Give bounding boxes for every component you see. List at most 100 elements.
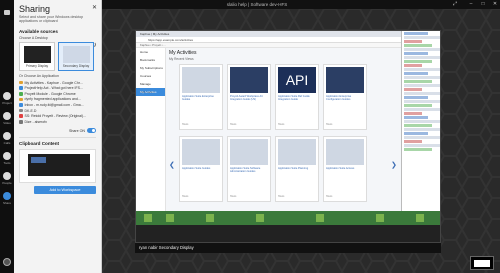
user-avatar[interactable] — [0, 258, 14, 266]
card-title: Application Enterprise Configuration Gui… — [326, 95, 352, 102]
card-title: Application Suite Planning — [278, 167, 309, 170]
app-icon — [19, 108, 23, 113]
site-nav-item-active[interactable]: My Activities — [136, 88, 165, 96]
card-grid: Application Suite Enterprise Guides Hours… — [169, 64, 399, 214]
card-image — [182, 67, 220, 93]
rail-item-people[interactable]: People — [0, 172, 14, 185]
application-label: Dize - alserofx — [24, 119, 47, 124]
course-card[interactable]: Application Enterprise Configuration Gui… — [323, 64, 367, 130]
rail-item-share[interactable]: Share — [0, 192, 14, 205]
remote-taskbar — [136, 211, 440, 225]
course-card[interactable]: Application Suite Enterprise Guides Hours — [179, 64, 223, 130]
application-label: dynfy fragmented applications and... — [24, 97, 81, 102]
clipboard-image — [28, 153, 90, 176]
mail-icon — [19, 103, 23, 107]
rail-item-calls[interactable]: Calls — [0, 132, 14, 145]
application-label: My Activities - Kaphue - Google Chr... — [24, 80, 83, 85]
app-rail: Project Video Calls Tools People Share — [0, 0, 14, 273]
panel-subtitle: Select and share your Windows desktop ap… — [19, 15, 84, 24]
site-nav-item[interactable]: Manage Information — [136, 80, 165, 94]
hamburger-icon — [4, 10, 10, 15]
available-sources-heading: Available sources — [19, 28, 58, 34]
avatar-icon — [3, 258, 11, 266]
site-sidebar: Home Bookmarks My Subscriptions Courses … — [136, 48, 166, 211]
application-item[interactable]: Dize - alserofx — [19, 119, 96, 125]
app-icon — [19, 86, 23, 90]
minimize-button[interactable]: – — [466, 1, 476, 8]
card-image — [182, 139, 220, 165]
share-icon — [3, 192, 11, 200]
chevron-left-icon[interactable]: ❮ — [169, 161, 175, 169]
site-subheading: My Recent Views — [169, 57, 194, 61]
app-icon — [19, 114, 23, 118]
share-toggle-row: Share ON — [14, 127, 101, 135]
application-item[interactable]: SS: Retold Proyelt - Review (Original)..… — [19, 113, 96, 119]
application-label: Proyelt Module - Google Chrome — [24, 91, 76, 96]
shared-display-caption: ryan nabir Secondary Display — [135, 243, 441, 253]
card-title: Application Suite Access — [326, 167, 355, 170]
rail-item-label: People — [2, 181, 12, 185]
close-panel-icon[interactable]: ✕ — [92, 4, 97, 11]
project-icon — [3, 92, 11, 100]
card-title: Application Suite Software Administratio… — [230, 167, 261, 174]
shared-desktop[interactable]: Kaphue | My Activities https://app.examp… — [135, 30, 441, 243]
rail-item-label: Share — [2, 201, 11, 205]
card-meta: Hours — [182, 123, 189, 126]
rail-item-project[interactable]: Project — [0, 92, 14, 105]
primary-display-option[interactable]: Primary Display — [19, 41, 55, 71]
phone-icon — [3, 132, 11, 140]
menu-button[interactable] — [0, 10, 14, 15]
display-thumbnail — [24, 45, 51, 63]
sharing-panel: ✕ Sharing Select and share your Windows … — [14, 0, 102, 273]
card-meta: Hours — [230, 195, 237, 198]
clipboard-preview — [19, 148, 96, 183]
browser-window: Kaphue | My Activities https://app.examp… — [136, 31, 401, 211]
maximize-button[interactable]: □ — [478, 1, 488, 8]
application-label: ProjectHelp Act - What got here IFS... — [24, 86, 83, 91]
chrome-icon — [19, 92, 23, 96]
choose-desktop-label: Choose A Desktop — [19, 35, 48, 40]
rail-item-tools[interactable]: Tools — [0, 152, 14, 165]
rail-item-label: Tools — [3, 161, 11, 165]
course-card[interactable]: Application Suite Software Administratio… — [227, 136, 271, 202]
card-image — [326, 139, 364, 165]
card-title: Application Suite Ref Guide Integration … — [278, 95, 310, 102]
card-image: API — [278, 67, 316, 93]
application-list: My Activities - Kaphue - Google Chr... P… — [14, 78, 101, 125]
course-card[interactable]: API Application Suite Ref Guide Integrati… — [275, 64, 319, 130]
site-nav-item[interactable]: My Subscriptions — [136, 64, 165, 72]
site-nav-item[interactable]: Home — [136, 48, 165, 56]
app-icon — [19, 120, 23, 124]
application-label: Inbox - m.rudy.fd@gmail.com - Gma... — [24, 102, 84, 107]
chevron-right-icon[interactable]: ❯ — [391, 161, 397, 169]
card-image — [278, 139, 316, 165]
clipboard-heading: Clipboard Content — [19, 140, 60, 146]
add-to-workspace-button[interactable]: Add to Workspace — [34, 185, 96, 194]
share-on-label: Share ON — [69, 128, 85, 133]
share-toggle[interactable] — [87, 127, 96, 133]
display-caption: Primary Display — [25, 63, 49, 68]
card-meta: Hours — [182, 195, 189, 198]
chrome-icon — [19, 80, 23, 85]
course-card[interactable]: Application Suite Planning Hours — [275, 136, 319, 202]
site-heading: My Activities — [169, 50, 197, 56]
close-window-button[interactable]: ✕ — [490, 1, 500, 8]
course-card[interactable]: Application Suite Guides Hours — [179, 136, 223, 202]
shared-screen-viewer: Kaphue | My Activities https://app.examp… — [102, 9, 500, 273]
rail-item-label: Project — [2, 101, 12, 105]
rail-item-video[interactable]: Video — [0, 112, 14, 125]
app-window: Project Video Calls Tools People Share s… — [0, 0, 500, 273]
card-image — [230, 67, 268, 93]
application-label: DK-E.D — [24, 108, 37, 113]
rail-item-label: Calls — [3, 141, 11, 145]
course-card[interactable]: Application Suite Access Hours — [323, 136, 367, 202]
expand-icon[interactable]: ⤢ — [450, 1, 460, 8]
course-card[interactable]: Proyelt Award Workplace Art Integration … — [227, 64, 271, 130]
code-editor-window — [401, 31, 440, 211]
site-nav-item[interactable]: Courses — [136, 72, 165, 80]
app-icon — [19, 97, 23, 102]
site-nav-item[interactable]: Bookmarks — [136, 56, 165, 64]
people-icon — [3, 172, 11, 180]
minimap-preview[interactable] — [470, 256, 494, 270]
secondary-display-option[interactable]: Secondary Display — [58, 41, 94, 71]
